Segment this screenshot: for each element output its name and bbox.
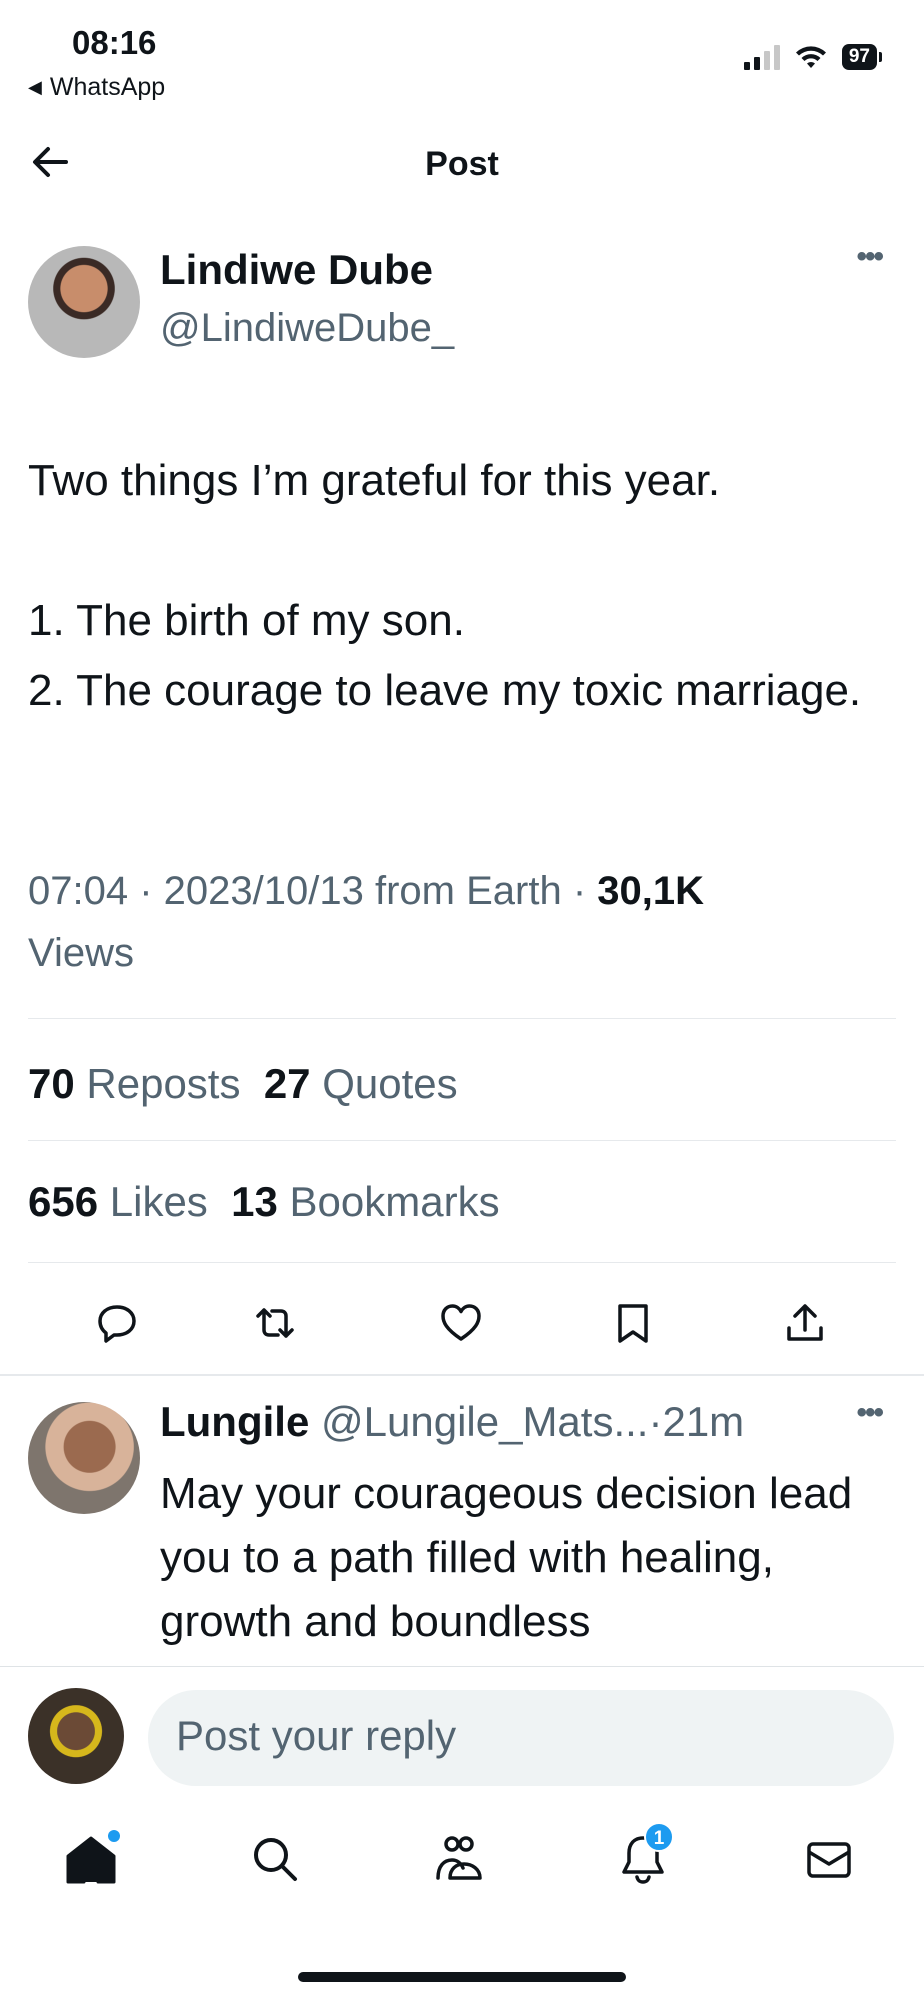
back-triangle-icon: ◀ — [28, 77, 42, 97]
nav-notifications[interactable]: 1 — [614, 1822, 674, 1888]
nav-communities[interactable] — [430, 1830, 488, 1888]
repost-icon — [256, 1308, 294, 1338]
quotes-count: 27 — [263, 1060, 311, 1107]
search-icon — [254, 1838, 297, 1881]
reposts-count: 70 — [28, 1060, 75, 1107]
share-icon — [787, 1304, 823, 1341]
post-text: Two things I’m grateful for this year. 1… — [28, 456, 862, 715]
reply-avatar[interactable] — [28, 1402, 140, 1514]
messages-icon — [807, 1842, 851, 1878]
bookmarks-count: 13 — [231, 1178, 278, 1225]
reply-text[interactable]: May your courageous decision lead you to… — [160, 1462, 880, 1654]
like-button[interactable] — [436, 1298, 486, 1348]
reply-button[interactable] — [92, 1298, 142, 1348]
divider — [28, 1018, 896, 1019]
likes-count: 656 — [28, 1178, 99, 1225]
post-source: from Earth — [374, 869, 562, 913]
author-name[interactable]: Lindiwe Dube — [160, 246, 433, 294]
current-user-avatar[interactable] — [28, 1688, 124, 1784]
reply-icon — [98, 1305, 136, 1343]
author-handle[interactable]: @LindiweDube_ — [160, 306, 454, 351]
reply-header[interactable]: Lungile @Lungile_Mats...·21m — [160, 1398, 744, 1446]
post-meta: 07:04 · 2023/10/13 from Earth · 30,1K Vi… — [28, 869, 704, 975]
wifi-icon — [795, 46, 826, 68]
back-app-label: WhatsApp — [49, 73, 166, 101]
status-time: 08:16 — [72, 24, 157, 61]
author-avatar[interactable] — [28, 246, 140, 358]
nav-home[interactable] — [62, 1830, 120, 1888]
nav-messages[interactable] — [800, 1830, 858, 1888]
bookmarks-label: Bookmarks — [289, 1178, 500, 1225]
battery-level: 97 — [841, 44, 877, 70]
post-time: 07:04 — [28, 869, 129, 913]
like-icon — [441, 1304, 481, 1341]
like-stats[interactable]: 656 Likes 13 Bookmarks — [28, 1178, 500, 1226]
home-unread-dot — [108, 1830, 120, 1842]
back-to-app-link[interactable]: ◀ WhatsApp — [28, 73, 165, 102]
repost-stats[interactable]: 70 Reposts 27 Quotes — [28, 1060, 458, 1108]
views-label: Views — [28, 931, 134, 975]
quotes-label: Quotes — [322, 1060, 458, 1107]
post-detail-screen: 08:16 ◀ WhatsApp 97 Post Lindiwe Dube @L… — [0, 0, 924, 2000]
bookmark-icon — [618, 1304, 648, 1343]
divider — [28, 1262, 896, 1263]
reply-age: 21m — [662, 1398, 745, 1445]
battery-icon: 97 — [841, 44, 882, 70]
page-title: Post — [425, 145, 499, 183]
status-icons: 97 — [743, 44, 882, 70]
home-indicator[interactable] — [298, 1972, 626, 1982]
cellular-signal-icon — [743, 44, 780, 70]
share-button[interactable] — [780, 1298, 830, 1348]
more-icon[interactable]: ••• — [856, 240, 883, 274]
post-action-bar — [0, 1298, 924, 1358]
notifications-badge: 1 — [644, 1822, 674, 1852]
repost-button[interactable] — [250, 1298, 300, 1348]
nav-search[interactable] — [246, 1830, 304, 1888]
reposts-label: Reposts — [86, 1060, 241, 1107]
reply-input[interactable] — [176, 1712, 856, 1760]
more-icon[interactable]: ••• — [856, 1396, 883, 1430]
divider — [28, 1140, 896, 1141]
communities-icon — [436, 1836, 482, 1880]
views-count: 30,1K — [597, 869, 704, 913]
divider — [0, 1374, 924, 1376]
reply-author-name: Lungile — [160, 1398, 310, 1445]
likes-label: Likes — [109, 1178, 208, 1225]
post-date[interactable]: 2023/10/13 — [164, 869, 364, 913]
bookmark-button[interactable] — [608, 1298, 658, 1348]
reply-author-handle: @Lungile_Mats... — [321, 1398, 649, 1445]
reply-composer[interactable] — [148, 1690, 894, 1786]
